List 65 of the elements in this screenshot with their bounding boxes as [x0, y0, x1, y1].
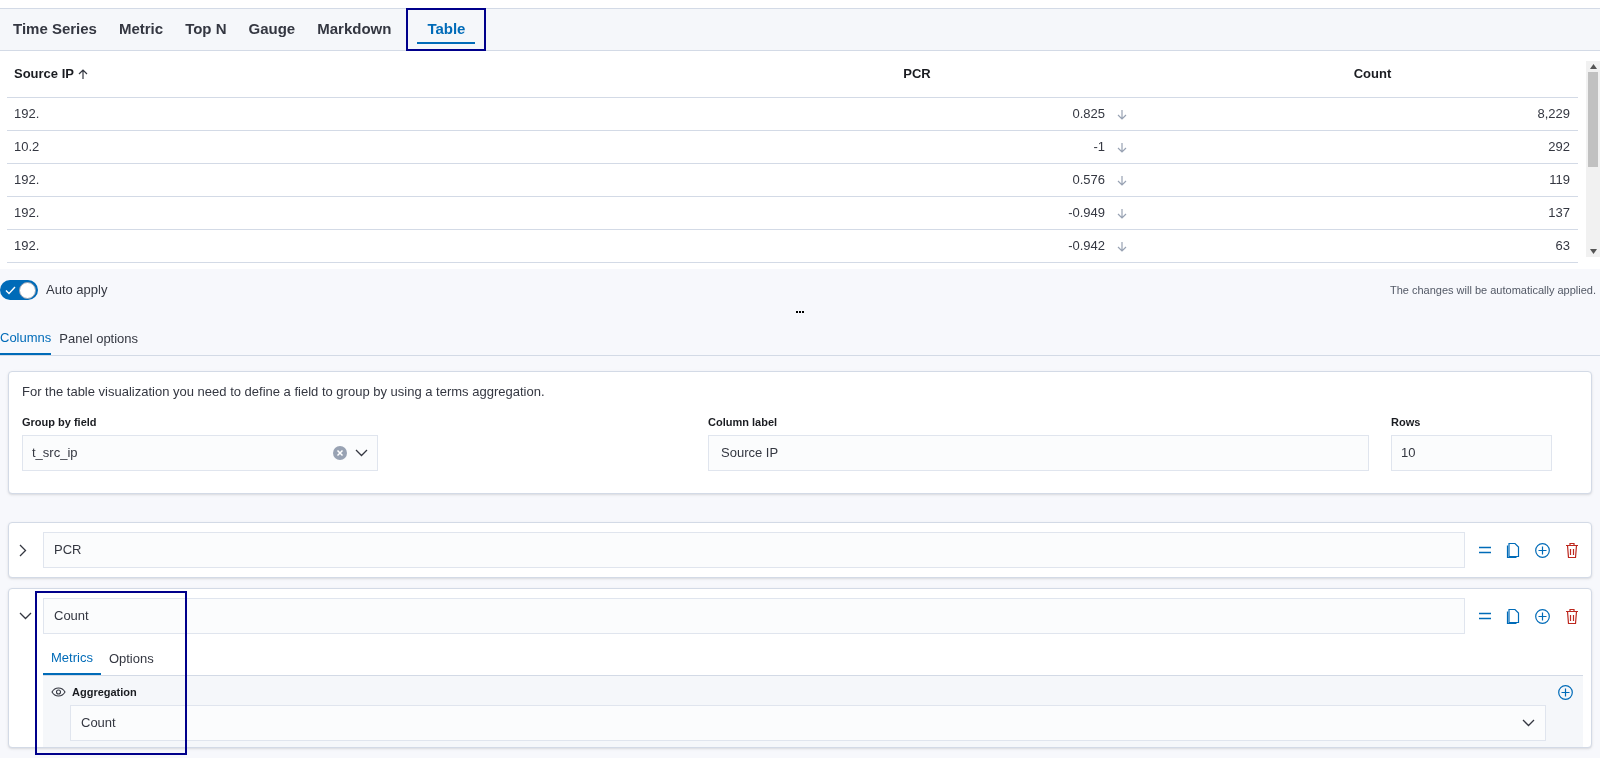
table-cell-text: 0.576 [1072, 171, 1105, 190]
table-cell: 8,229 [1537, 106, 1570, 122]
table-cell-text: -1 [1093, 138, 1105, 157]
column-label-field[interactable]: Source IP [708, 435, 1369, 471]
add-icon[interactable] [1535, 542, 1550, 558]
scrollbar[interactable] [1586, 61, 1600, 257]
visualization-tab[interactable]: Time Series [13, 9, 97, 50]
table-cell-text: -0.942 [1068, 237, 1105, 256]
table-cell: 192. [14, 238, 40, 254]
table-cell: 137 [1548, 205, 1570, 221]
chevron-down-icon[interactable] [355, 449, 368, 457]
visualization-tab[interactable]: Top N [185, 9, 227, 50]
series-label-field[interactable]: PCR [43, 532, 1465, 568]
visualization-tab[interactable]: Metric [118, 9, 164, 50]
intro-text: For the table visualization you need to define a field to group by using a terms aggregation. [22, 383, 546, 401]
rows-field[interactable]: 10 [1391, 435, 1552, 471]
arrow-down-icon [1117, 207, 1127, 219]
auto-apply-toggle[interactable] [0, 280, 38, 300]
drag-handle-icon[interactable] [1479, 546, 1491, 554]
series-tab[interactable]: Options [100, 643, 162, 675]
copy-icon[interactable] [1506, 542, 1520, 558]
aggregation-label: Aggregation [72, 685, 137, 700]
arrow-down-icon [1117, 240, 1127, 252]
arrow-down-icon [1117, 141, 1127, 153]
aggregation-select[interactable]: Count [70, 704, 1546, 741]
table-cell: 192. [14, 106, 40, 122]
chevron-down-icon[interactable] [1522, 718, 1535, 727]
arrow-up-icon[interactable] [77, 68, 88, 80]
arrow-down-icon [1117, 108, 1127, 120]
drag-handle-icon[interactable] [1479, 612, 1491, 620]
visualization-tab[interactable]: Table [407, 9, 486, 50]
table-cell-text: 0.825 [1072, 105, 1105, 124]
editor-tab[interactable]: Panel options [59, 322, 139, 355]
group-by-select[interactable]: t_src_ip [22, 435, 378, 471]
auto-apply-label: Auto apply [46, 281, 108, 300]
editor-tab[interactable]: Columns [0, 322, 52, 355]
add-icon[interactable] [1558, 684, 1573, 700]
arrow-down-icon [1117, 174, 1127, 186]
visualization-tab[interactable]: Markdown [317, 9, 392, 50]
rows-label: Rows [1391, 414, 1422, 430]
table-cell: 63 [1555, 238, 1570, 254]
column-header[interactable]: Source IP [14, 64, 74, 84]
visualization-tab[interactable]: Gauge [248, 9, 296, 50]
clear-icon[interactable] [333, 446, 347, 460]
series-label-field[interactable]: Count [43, 598, 1465, 634]
column-header[interactable]: Count [1353, 64, 1392, 84]
table-cell: 10.2 [14, 139, 40, 155]
table-cell: 292 [1548, 139, 1570, 155]
table-cell: 192. [14, 172, 40, 188]
table-cell: 192. [14, 205, 40, 221]
check-icon [5, 285, 16, 295]
copy-icon[interactable] [1506, 608, 1520, 624]
scroll-up-icon[interactable] [1589, 64, 1597, 69]
column-header[interactable]: PCR [903, 64, 931, 84]
group-by-label: Group by field [22, 414, 98, 430]
column-label-label: Column label [708, 414, 779, 430]
auto-apply-note: The changes will be automatically applied. [1389, 282, 1596, 298]
resize-handle-icon[interactable] [796, 311, 804, 313]
table-cell-text: -0.949 [1068, 204, 1105, 223]
table-cell: 119 [1549, 172, 1570, 188]
delete-icon[interactable] [1565, 542, 1579, 558]
scroll-down-icon[interactable] [1589, 249, 1597, 254]
delete-icon[interactable] [1565, 608, 1579, 624]
add-icon[interactable] [1535, 608, 1550, 624]
eye-icon[interactable] [51, 687, 66, 698]
